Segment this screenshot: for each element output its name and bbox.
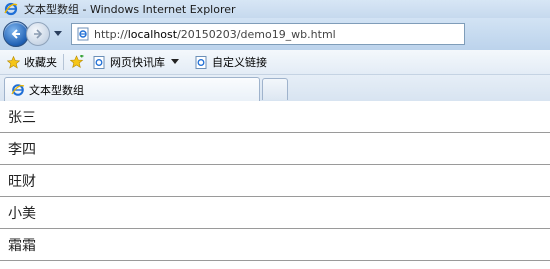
favorites-bar: 收藏夹 网页快讯库 自定义链接	[0, 50, 550, 75]
page-icon	[194, 55, 208, 69]
tab-strip: 文本型数组	[0, 75, 550, 102]
recent-pages-dropdown[interactable]	[53, 29, 63, 39]
list-item: 霜霜	[0, 229, 550, 261]
star-icon	[6, 55, 20, 69]
url-path: /20150203/demo19_wb.html	[177, 27, 336, 41]
custom-links-button[interactable]: 自定义链接	[194, 54, 267, 70]
url-prefix: http://	[94, 27, 128, 41]
ie-page-icon	[11, 83, 25, 96]
window-title: 文本型数组 - Windows Internet Explorer	[24, 3, 236, 16]
address-bar[interactable]: http://localhost/20150203/demo19_wb.html	[71, 23, 465, 45]
separator	[63, 54, 64, 70]
ie-logo-icon	[4, 2, 18, 16]
list-item: 小美	[0, 197, 550, 229]
list-item: 旺财	[0, 165, 550, 197]
tab-label: 文本型数组	[29, 83, 84, 97]
web-slice-gallery-button[interactable]: 网页快讯库	[92, 54, 186, 70]
add-favorite-button[interactable]	[70, 55, 88, 69]
forward-button[interactable]	[26, 22, 50, 46]
arrow-right-icon	[34, 29, 43, 39]
new-tab-button[interactable]	[262, 78, 288, 100]
page-content: 张三 李四 旺财 小美 霜霜	[0, 101, 550, 269]
tab-active[interactable]: 文本型数组	[4, 77, 260, 101]
web-slice-gallery-label: 网页快讯库	[110, 56, 165, 69]
list-item: 李四	[0, 133, 550, 165]
url-host: localhost	[127, 27, 178, 41]
title-bar: 文本型数组 - Windows Internet Explorer	[0, 0, 550, 18]
favorites-button[interactable]: 收藏夹	[6, 54, 57, 70]
chevron-down-icon	[54, 31, 62, 36]
page-icon	[77, 27, 89, 41]
navigation-bar: http://localhost/20150203/demo19_wb.html	[0, 18, 550, 50]
favorites-label: 收藏夹	[24, 56, 57, 69]
custom-links-label: 自定义链接	[212, 56, 267, 69]
chevron-down-icon	[168, 55, 182, 69]
add-star-icon	[70, 55, 84, 69]
list-item: 张三	[0, 101, 550, 133]
address-url[interactable]: http://localhost/20150203/demo19_wb.html	[94, 28, 336, 41]
page-icon	[92, 55, 106, 69]
arrow-left-icon	[11, 29, 20, 39]
